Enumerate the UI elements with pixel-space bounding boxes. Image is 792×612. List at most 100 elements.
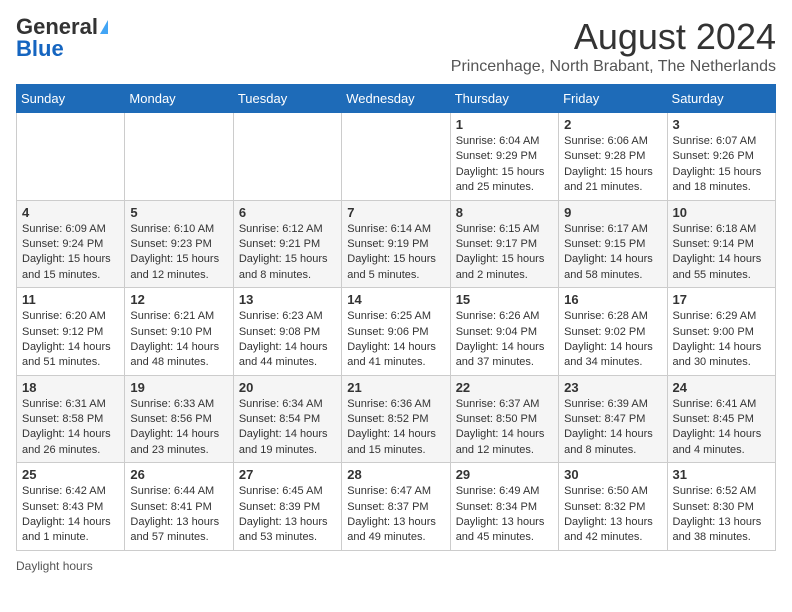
calendar-cell: 8 Sunrise: 6:15 AM Sunset: 9:17 PM Daylig… — [450, 200, 558, 288]
day-info: Sunrise: 6:12 AM Sunset: 9:21 PM Dayligh… — [239, 222, 336, 284]
day-info: Sunrise: 6:39 AM Sunset: 8:47 PM Dayligh… — [564, 397, 661, 459]
day-info: Sunrise: 6:45 AM Sunset: 8:39 PM Dayligh… — [239, 484, 336, 546]
day-header-sunday: Sunday — [17, 85, 125, 113]
day-number: 18 — [22, 380, 119, 395]
calendar-cell: 10 Sunrise: 6:18 AM Sunset: 9:14 PM Dayli… — [667, 200, 775, 288]
day-number: 4 — [22, 205, 119, 220]
calendar-cell: 18Sunrise: 6:31 AM Sunset: 8:58 PM Dayli… — [17, 375, 125, 463]
day-number: 19 — [130, 380, 227, 395]
calendar-cell: 25 Sunrise: 6:42 AM Sunset: 8:43 PM Dayli… — [17, 463, 125, 551]
day-info: Sunrise: 6:21 AM Sunset: 9:10 PM Dayligh… — [130, 309, 227, 371]
day-number: 6 — [239, 205, 336, 220]
calendar-cell: 4 Sunrise: 6:09 AM Sunset: 9:24 PM Daylig… — [17, 200, 125, 288]
day-info: Sunrise: 6:15 AM Sunset: 9:17 PM Dayligh… — [456, 222, 553, 284]
day-number: 25 — [22, 467, 119, 482]
day-number: 1 — [456, 117, 553, 132]
calendar-cell: 16 Sunrise: 6:28 AM Sunset: 9:02 PM Dayli… — [559, 288, 667, 376]
day-info: Sunrise: 6:07 AM Sunset: 9:26 PM Dayligh… — [673, 134, 770, 196]
calendar-cell: 21 Sunrise: 6:36 AM Sunset: 8:52 PM Dayli… — [342, 375, 450, 463]
day-info: Sunrise: 6:34 AM Sunset: 8:54 PM Dayligh… — [239, 397, 336, 459]
calendar-cell — [233, 113, 341, 201]
calendar-cell: 12 Sunrise: 6:21 AM Sunset: 9:10 PM Dayli… — [125, 288, 233, 376]
calendar-cell: 6 Sunrise: 6:12 AM Sunset: 9:21 PM Daylig… — [233, 200, 341, 288]
calendar-cell: 5Sunrise: 6:10 AM Sunset: 9:23 PM Daylig… — [125, 200, 233, 288]
calendar-cell: 19 Sunrise: 6:33 AM Sunset: 8:56 PM Dayli… — [125, 375, 233, 463]
day-header-monday: Monday — [125, 85, 233, 113]
location: Princenhage, North Brabant, The Netherla… — [451, 58, 776, 76]
calendar-cell: 17 Sunrise: 6:29 AM Sunset: 9:00 PM Dayli… — [667, 288, 775, 376]
day-number: 12 — [130, 292, 227, 307]
logo-general: General — [16, 16, 98, 38]
day-header-thursday: Thursday — [450, 85, 558, 113]
calendar-cell: 2 Sunrise: 6:06 AM Sunset: 9:28 PM Daylig… — [559, 113, 667, 201]
calendar-table: SundayMondayTuesdayWednesdayThursdayFrid… — [16, 84, 776, 551]
day-number: 31 — [673, 467, 770, 482]
day-number: 21 — [347, 380, 444, 395]
day-info: Sunrise: 6:37 AM Sunset: 8:50 PM Dayligh… — [456, 397, 553, 459]
header: General Blue August 2024 Princenhage, No… — [16, 16, 776, 76]
day-number: 30 — [564, 467, 661, 482]
day-info: Sunrise: 6:33 AM Sunset: 8:56 PM Dayligh… — [130, 397, 227, 459]
day-number: 15 — [456, 292, 553, 307]
day-number: 20 — [239, 380, 336, 395]
day-number: 2 — [564, 117, 661, 132]
day-number: 13 — [239, 292, 336, 307]
month-year: August 2024 — [451, 16, 776, 58]
calendar-cell: 27 Sunrise: 6:45 AM Sunset: 8:39 PM Dayli… — [233, 463, 341, 551]
day-info: Sunrise: 6:04 AM Sunset: 9:29 PM Dayligh… — [456, 134, 553, 196]
calendar-cell: 30Sunrise: 6:50 AM Sunset: 8:32 PM Dayli… — [559, 463, 667, 551]
calendar-cell — [17, 113, 125, 201]
day-number: 16 — [564, 292, 661, 307]
calendar-cell: 31 Sunrise: 6:52 AM Sunset: 8:30 PM Dayli… — [667, 463, 775, 551]
day-info: Sunrise: 6:29 AM Sunset: 9:00 PM Dayligh… — [673, 309, 770, 371]
day-info: Sunrise: 6:49 AM Sunset: 8:34 PM Dayligh… — [456, 484, 553, 546]
day-number: 5 — [130, 205, 227, 220]
day-info: Sunrise: 6:47 AM Sunset: 8:37 PM Dayligh… — [347, 484, 444, 546]
day-info: Sunrise: 6:17 AM Sunset: 9:15 PM Dayligh… — [564, 222, 661, 284]
day-info: Sunrise: 6:09 AM Sunset: 9:24 PM Dayligh… — [22, 222, 119, 284]
day-number: 8 — [456, 205, 553, 220]
day-info: Sunrise: 6:36 AM Sunset: 8:52 PM Dayligh… — [347, 397, 444, 459]
day-number: 9 — [564, 205, 661, 220]
calendar-cell: 28 Sunrise: 6:47 AM Sunset: 8:37 PM Dayli… — [342, 463, 450, 551]
day-number: 17 — [673, 292, 770, 307]
day-info: Sunrise: 6:26 AM Sunset: 9:04 PM Dayligh… — [456, 309, 553, 371]
calendar-cell: 24 Sunrise: 6:41 AM Sunset: 8:45 PM Dayli… — [667, 375, 775, 463]
day-number: 26 — [130, 467, 227, 482]
day-info: Sunrise: 6:06 AM Sunset: 9:28 PM Dayligh… — [564, 134, 661, 196]
day-number: 28 — [347, 467, 444, 482]
calendar-cell: 29 Sunrise: 6:49 AM Sunset: 8:34 PM Dayli… — [450, 463, 558, 551]
day-number: 22 — [456, 380, 553, 395]
day-info: Sunrise: 6:18 AM Sunset: 9:14 PM Dayligh… — [673, 222, 770, 284]
calendar-cell — [342, 113, 450, 201]
day-number: 10 — [673, 205, 770, 220]
day-number: 23 — [564, 380, 661, 395]
day-number: 29 — [456, 467, 553, 482]
calendar-cell: 3 Sunrise: 6:07 AM Sunset: 9:26 PM Daylig… — [667, 113, 775, 201]
day-info: Sunrise: 6:41 AM Sunset: 8:45 PM Dayligh… — [673, 397, 770, 459]
day-number: 7 — [347, 205, 444, 220]
day-header-wednesday: Wednesday — [342, 85, 450, 113]
day-number: 27 — [239, 467, 336, 482]
calendar-cell: 1 Sunrise: 6:04 AM Sunset: 9:29 PM Daylig… — [450, 113, 558, 201]
day-info: Sunrise: 6:42 AM Sunset: 8:43 PM Dayligh… — [22, 484, 119, 546]
day-number: 24 — [673, 380, 770, 395]
calendar-cell: 20 Sunrise: 6:34 AM Sunset: 8:54 PM Dayli… — [233, 375, 341, 463]
calendar-cell: 23 Sunrise: 6:39 AM Sunset: 8:47 PM Dayli… — [559, 375, 667, 463]
day-info: Sunrise: 6:52 AM Sunset: 8:30 PM Dayligh… — [673, 484, 770, 546]
logo-icon — [100, 20, 108, 34]
calendar-cell: 11Sunrise: 6:20 AM Sunset: 9:12 PM Dayli… — [17, 288, 125, 376]
calendar-cell: 9 Sunrise: 6:17 AM Sunset: 9:15 PM Daylig… — [559, 200, 667, 288]
day-info: Sunrise: 6:28 AM Sunset: 9:02 PM Dayligh… — [564, 309, 661, 371]
day-number: 3 — [673, 117, 770, 132]
day-number: 11 — [22, 292, 119, 307]
calendar-cell: 26 Sunrise: 6:44 AM Sunset: 8:41 PM Dayli… — [125, 463, 233, 551]
calendar-cell: 14Sunrise: 6:25 AM Sunset: 9:06 PM Dayli… — [342, 288, 450, 376]
calendar-cell — [125, 113, 233, 201]
day-info: Sunrise: 6:44 AM Sunset: 8:41 PM Dayligh… — [130, 484, 227, 546]
logo-blue: Blue — [16, 38, 64, 60]
day-header-friday: Friday — [559, 85, 667, 113]
day-info: Sunrise: 6:23 AM Sunset: 9:08 PM Dayligh… — [239, 309, 336, 371]
calendar-cell: 22 Sunrise: 6:37 AM Sunset: 8:50 PM Dayli… — [450, 375, 558, 463]
day-header-saturday: Saturday — [667, 85, 775, 113]
